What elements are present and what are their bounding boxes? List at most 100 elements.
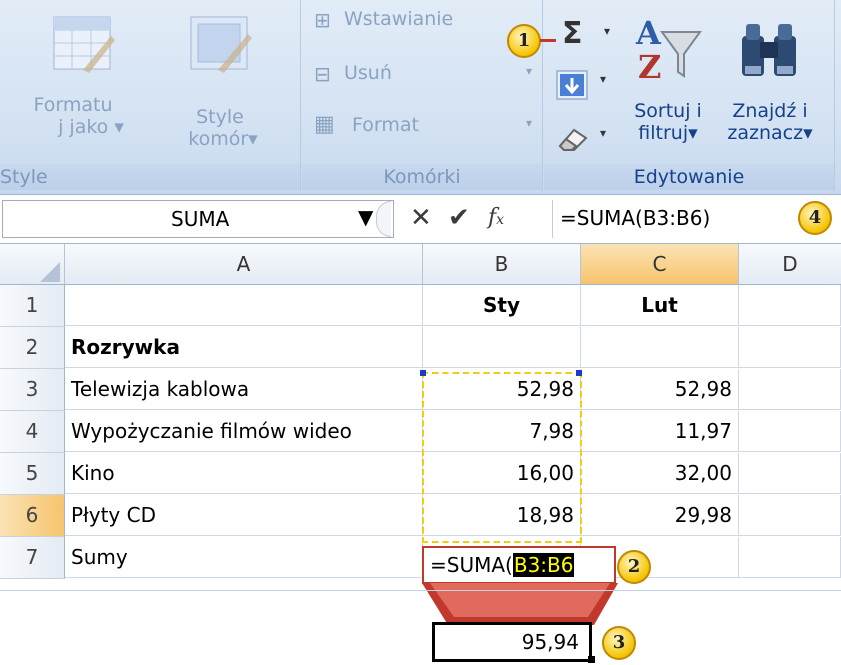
insert-button[interactable]: ⊞ Wstawianie <box>314 6 534 38</box>
cell-d2[interactable] <box>739 327 841 368</box>
range-corner-handle <box>576 370 582 376</box>
sum-range-marquee <box>422 372 582 543</box>
cell-c4[interactable]: 11,97 <box>581 411 739 452</box>
cell-c2[interactable] <box>581 327 739 368</box>
cell-styles-label-1: Style <box>196 106 244 128</box>
format-as-table-label-1: Formatu <box>33 94 113 116</box>
dropdown-arrow-icon: ▾ <box>248 128 258 150</box>
find-select-button[interactable]: Znajdź i zaznacz▾ <box>716 6 824 158</box>
callout-2: 2 <box>617 550 651 584</box>
bottom-divider <box>0 590 841 591</box>
cell-d5[interactable] <box>739 453 841 494</box>
style-group-label: Style <box>0 164 300 190</box>
column-header-c[interactable]: C <box>581 244 739 285</box>
cell-styles-label-2: komór▾ <box>188 128 258 150</box>
sort-filter-label-2: filtruj▾ <box>638 122 698 144</box>
insert-function-icon[interactable]: fx <box>488 203 504 235</box>
column-header-b[interactable]: B <box>423 244 581 285</box>
row-header-5[interactable]: 5 <box>0 453 65 495</box>
cell-b2[interactable] <box>423 327 581 368</box>
delete-label: Usuń <box>344 62 392 84</box>
dropdown-arrow-icon: ▾ <box>803 122 813 144</box>
cell-d3[interactable] <box>739 369 841 410</box>
clear-button[interactable]: ▾ <box>554 122 614 160</box>
find-select-label-1: Znajdź i <box>732 100 808 122</box>
name-box[interactable]: SUMA <box>2 200 394 238</box>
insert-label: Wstawianie <box>344 8 454 30</box>
cancel-icon[interactable]: ✕ <box>410 203 432 233</box>
cell-a3[interactable]: Telewizja kablowa <box>65 369 423 410</box>
sigma-icon: Σ <box>562 16 583 51</box>
callout-3: 3 <box>602 626 636 660</box>
cell-styles-icon <box>190 16 252 73</box>
find-select-label-2: zaznacz▾ <box>727 122 813 144</box>
editing-group: Σ ▾ ▾ ▾ A Z Sortuj i filtruj▾ Znajdź i z… <box>544 0 835 192</box>
cell-a6[interactable]: Płyty CD <box>65 495 423 536</box>
cell-a4[interactable]: Wypożyczanie filmów wideo <box>65 411 423 452</box>
cell-c3[interactable]: 52,98 <box>581 369 739 410</box>
select-all-corner[interactable] <box>0 244 65 285</box>
column-header-a[interactable]: A <box>65 244 423 285</box>
callout-4: 4 <box>798 201 832 235</box>
formula-bar: SUMA ▼ ✕ ✔ fx =SUMA(B3:B6) 4 <box>0 195 841 244</box>
dropdown-arrow-icon: ▾ <box>114 116 124 138</box>
sort-filter-label-1: Sortuj i <box>634 100 702 122</box>
cells-group: ⊞ Wstawianie ⊟ Usuń ▾ ▦ Format ▾ Komórki <box>302 0 543 192</box>
sort-filter-button[interactable]: A Z Sortuj i filtruj▾ <box>622 6 714 158</box>
dropdown-arrow-icon: ▾ <box>526 116 533 130</box>
style-group: Formatu j jako ▾ Style komór▾ Style <box>0 0 301 192</box>
cell-a7[interactable]: Sumy <box>65 537 423 578</box>
dropdown-arrow-icon: ▾ <box>600 72 607 86</box>
sort-filter-icon: A Z <box>635 14 702 82</box>
dropdown-arrow-icon: ▾ <box>688 122 698 144</box>
row-header-7[interactable]: 7 <box>0 537 65 579</box>
dropdown-arrow-icon: ▾ <box>604 24 611 38</box>
editing-group-label: Edytowanie <box>544 164 834 190</box>
fill-button[interactable]: ▾ <box>554 68 614 106</box>
svg-text:A: A <box>635 14 662 52</box>
row-header-2[interactable]: 2 <box>0 327 65 369</box>
sum-result-box: 95,94 <box>432 622 592 662</box>
autosum-button[interactable]: Σ ▾ <box>554 16 614 56</box>
enter-icon[interactable]: ✔ <box>448 203 470 233</box>
cell-a1[interactable] <box>65 285 423 326</box>
format-button[interactable]: ▦ Format ▾ <box>314 112 534 144</box>
cell-a5[interactable]: Kino <box>65 453 423 494</box>
cell-d4[interactable] <box>739 411 841 452</box>
ribbon: Formatu j jako ▾ Style komór▾ Style ⊞ Ws… <box>0 0 841 195</box>
cell-c6[interactable]: 29,98 <box>581 495 739 536</box>
row-header-1[interactable]: 1 <box>0 285 65 327</box>
cell-c5[interactable]: 32,00 <box>581 453 739 494</box>
dropdown-arrow-icon: ▾ <box>600 126 607 140</box>
eraser-icon <box>558 128 588 151</box>
range-corner-handle <box>420 370 426 376</box>
cell-c1[interactable]: Lut <box>581 285 739 326</box>
format-as-table-button[interactable]: Formatu j jako ▾ <box>28 6 138 156</box>
table-format-icon <box>53 16 115 73</box>
formula-input[interactable]: =SUMA(B3:B6) <box>560 200 710 236</box>
format-cells-icon: ▦ <box>314 112 335 137</box>
svg-text:Z: Z <box>638 48 661 82</box>
delete-button[interactable]: ⊟ Usuń ▾ <box>314 60 534 92</box>
fill-handle[interactable] <box>588 656 595 663</box>
active-cell-editor[interactable]: =SUMA(B3:B6 <box>422 546 616 584</box>
formula-input-divider <box>552 200 553 238</box>
callout-1-pointer <box>540 39 556 42</box>
name-box-dropdown-icon[interactable]: ▼ <box>358 205 373 229</box>
cell-styles-button[interactable]: Style komór▾ <box>160 6 270 156</box>
insert-cells-icon: ⊞ <box>314 8 331 32</box>
cell-b1[interactable]: Sty <box>423 285 581 326</box>
row-header-3[interactable]: 3 <box>0 369 65 411</box>
format-label: Format <box>352 114 419 136</box>
dropdown-arrow-icon: ▾ <box>526 64 533 78</box>
delete-cells-icon: ⊟ <box>314 62 331 86</box>
cell-a2[interactable]: Rozrywka <box>65 327 423 368</box>
row-header-4[interactable]: 4 <box>0 411 65 453</box>
binoculars-icon <box>742 24 796 76</box>
fill-down-icon <box>556 70 588 100</box>
cell-d7[interactable] <box>739 537 841 578</box>
cell-d6[interactable] <box>739 495 841 536</box>
column-header-d[interactable]: D <box>739 244 841 285</box>
row-header-6[interactable]: 6 <box>0 495 65 537</box>
cell-d1[interactable] <box>739 285 841 326</box>
